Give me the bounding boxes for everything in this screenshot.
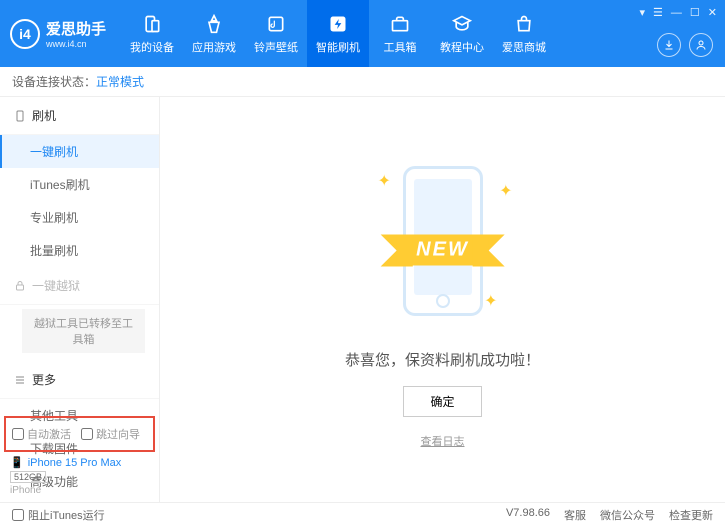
sidebar-item-batch-flash[interactable]: 批量刷机 <box>0 234 159 267</box>
footer-link-wechat[interactable]: 微信公众号 <box>600 507 655 523</box>
maximize-icon[interactable]: ☐ <box>690 6 700 19</box>
nav-ringtones[interactable]: 铃声壁纸 <box>245 0 307 67</box>
minimize-icon[interactable]: — <box>671 7 682 19</box>
ok-button[interactable]: 确定 <box>403 386 481 417</box>
settings-icon[interactable]: ☰ <box>653 6 663 19</box>
window-controls: ▾ ☰ — ☐ ✕ <box>640 6 718 19</box>
status-label: 设备连接状态： <box>12 73 96 90</box>
sidebar-item-itunes-flash[interactable]: iTunes刷机 <box>0 168 159 201</box>
user-button[interactable] <box>689 33 713 57</box>
skip-guide-checkbox[interactable]: 跳过向导 <box>81 426 140 442</box>
highlighted-options: 自动激活 跳过向导 <box>4 416 155 452</box>
lock-icon <box>14 280 26 292</box>
version-label: V7.98.66 <box>506 507 550 523</box>
success-message: 恭喜您，保资料刷机成功啦！ <box>345 349 540 370</box>
sparkle-icon: ✦ <box>484 291 497 311</box>
brand-url: www.i4.cn <box>46 39 106 49</box>
phone-small-icon: 📱 <box>10 456 24 469</box>
auto-activate-checkbox[interactable]: 自动激活 <box>12 426 71 442</box>
sidebar-group-more[interactable]: 更多 <box>0 361 159 399</box>
device-name[interactable]: 📱 iPhone 15 Pro Max <box>10 456 149 469</box>
apps-icon <box>203 13 225 35</box>
brand-name: 爱思助手 <box>46 18 106 39</box>
logo-icon: i4 <box>10 19 40 49</box>
new-ribbon: NEW <box>398 234 487 265</box>
menu-icon[interactable]: ▾ <box>640 6 646 19</box>
device-storage: 512GB <box>10 471 46 483</box>
phone-icon <box>14 110 26 122</box>
toolbox-icon <box>389 13 411 35</box>
footer-link-update[interactable]: 检查更新 <box>669 507 713 523</box>
flash-icon <box>327 13 349 35</box>
nav-tutorials[interactable]: 教程中心 <box>431 0 493 67</box>
nav-toolbox[interactable]: 工具箱 <box>369 0 431 67</box>
sidebar-item-pro-flash[interactable]: 专业刷机 <box>0 201 159 234</box>
device-type: iPhone <box>10 485 149 496</box>
sidebar-group-jailbreak: 一键越狱 <box>0 267 159 305</box>
block-itunes-checkbox[interactable]: 阻止iTunes运行 <box>12 507 105 523</box>
music-icon <box>265 13 287 35</box>
close-icon[interactable]: ✕ <box>708 6 717 19</box>
nav-smart-flash[interactable]: 智能刷机 <box>307 0 369 67</box>
status-mode: 正常模式 <box>96 73 144 90</box>
sparkle-icon: ✦ <box>378 171 391 191</box>
sidebar-group-flash[interactable]: 刷机 <box>0 97 159 135</box>
devices-icon <box>141 13 163 35</box>
footer-link-support[interactable]: 客服 <box>564 507 586 523</box>
sidebar: 刷机 一键刷机 iTunes刷机 专业刷机 批量刷机 一键越狱 越狱工具已转移至… <box>0 97 160 502</box>
sidebar-item-oneclick-flash[interactable]: 一键刷机 <box>0 135 159 168</box>
nav-apps[interactable]: 应用游戏 <box>183 0 245 67</box>
main-content: NEW ✦ ✦ ✦ 恭喜您，保资料刷机成功啦！ 确定 查看日志 <box>160 97 725 502</box>
tutorial-icon <box>451 13 473 35</box>
success-illustration: NEW ✦ ✦ ✦ <box>353 151 533 331</box>
nav-my-devices[interactable]: 我的设备 <box>121 0 183 67</box>
device-info: 📱 iPhone 15 Pro Max 512GB iPhone <box>0 450 159 502</box>
download-button[interactable] <box>657 33 681 57</box>
view-log-link[interactable]: 查看日志 <box>421 433 465 449</box>
sidebar-jailbreak-note: 越狱工具已转移至工具箱 <box>22 309 145 353</box>
app-header: i4 爱思助手 www.i4.cn 我的设备 应用游戏 铃声壁纸 智能刷机 工具… <box>0 0 725 67</box>
shop-icon <box>513 13 535 35</box>
status-bar: 设备连接状态： 正常模式 <box>0 67 725 97</box>
footer-bar: 阻止iTunes运行 V7.98.66 客服 微信公众号 检查更新 <box>0 502 725 527</box>
main-nav: 我的设备 应用游戏 铃声壁纸 智能刷机 工具箱 教程中心 爱思商城 <box>121 0 555 67</box>
logo-area: i4 爱思助手 www.i4.cn <box>10 18 106 49</box>
nav-shop[interactable]: 爱思商城 <box>493 0 555 67</box>
sparkle-icon: ✦ <box>499 181 512 201</box>
list-icon <box>14 374 26 386</box>
